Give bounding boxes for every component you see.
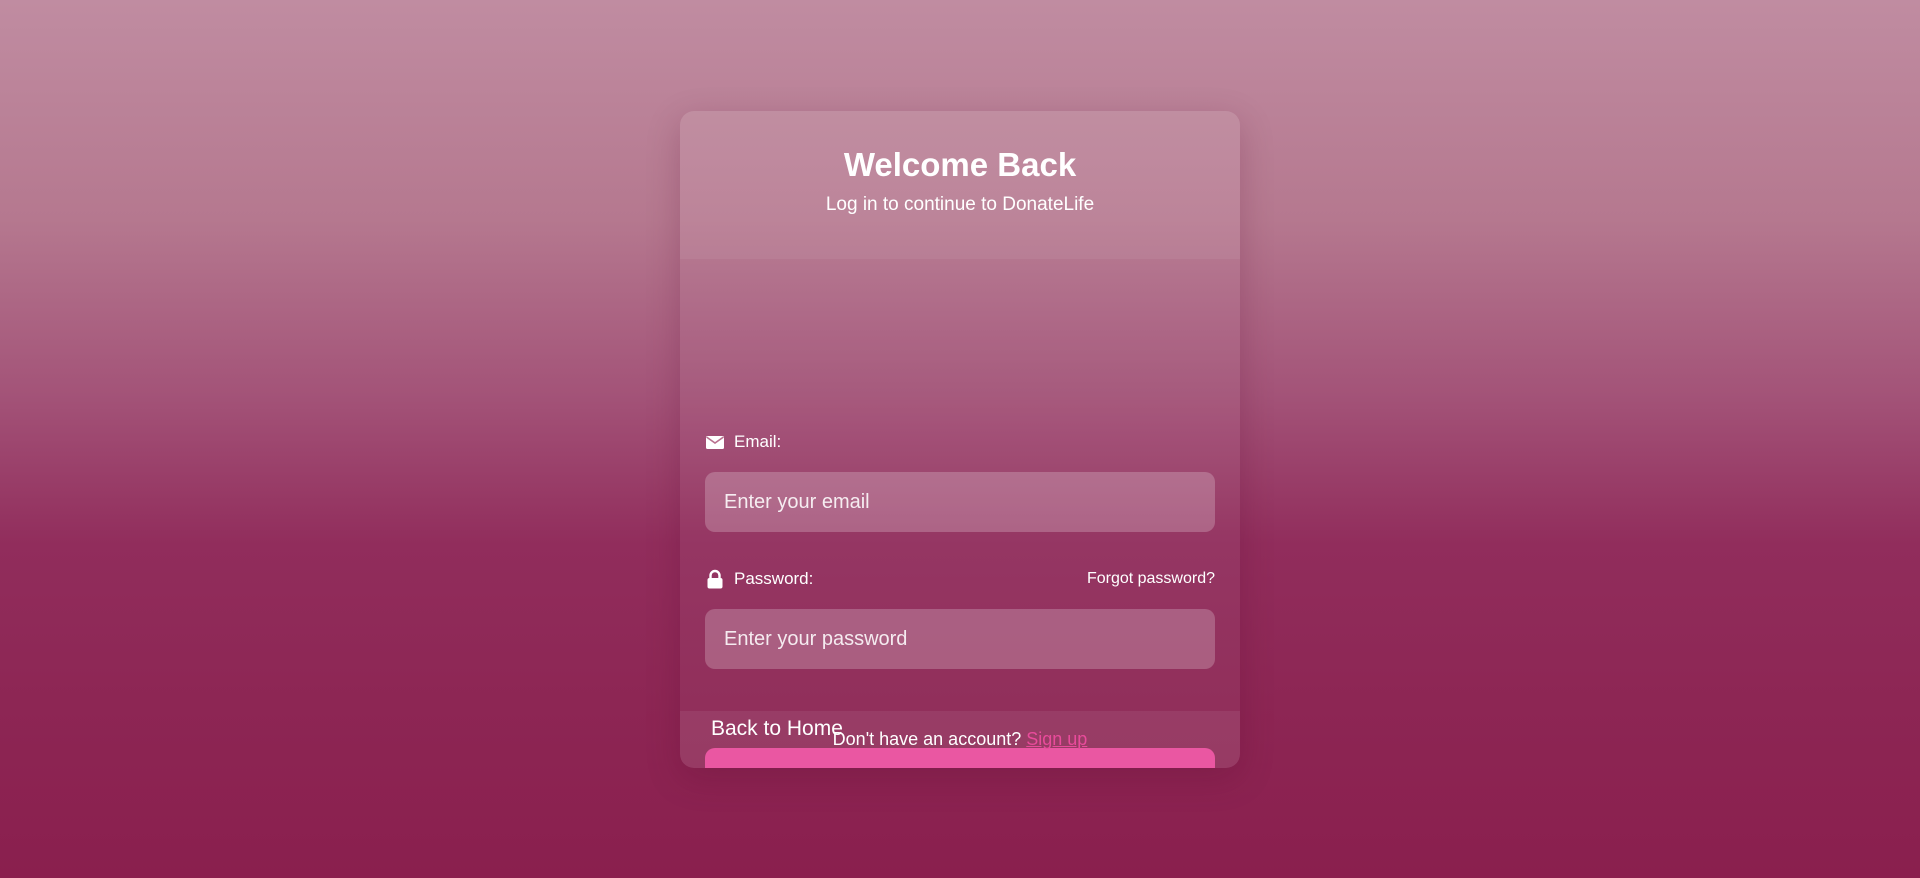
login-form: Email: Password: Forgot password? [680,259,1240,768]
password-field-group: Password: Forgot password? [705,567,1215,669]
email-label: Email: [734,432,782,451]
login-header: Welcome Back Log in to continue to Donat… [680,111,1240,259]
login-footer: Don't have an account? Sign up [680,711,1240,768]
email-field-group: Email: [705,430,1215,532]
password-label-container: Password: [705,569,813,589]
password-label: Password: [734,569,814,588]
page-title: Welcome Back [843,146,1077,183]
password-input[interactable] [705,609,1215,669]
forgot-password-link[interactable]: Forgot password? [1087,570,1215,588]
password-label-row: Password: Forgot password? [705,567,1215,591]
envelope-icon [705,432,725,452]
email-input[interactable] [705,472,1215,532]
signup-prompt: Don't have an account? [832,729,1022,749]
email-label-container: Email: [705,432,781,452]
email-label-row: Email: [705,430,1215,454]
login-card: Welcome Back Log in to continue to Donat… [680,111,1240,768]
sign-up-link[interactable]: Sign up [1026,729,1087,749]
page-subtitle: Log in to continue to DonateLife [825,194,1095,215]
lock-icon [705,569,725,589]
